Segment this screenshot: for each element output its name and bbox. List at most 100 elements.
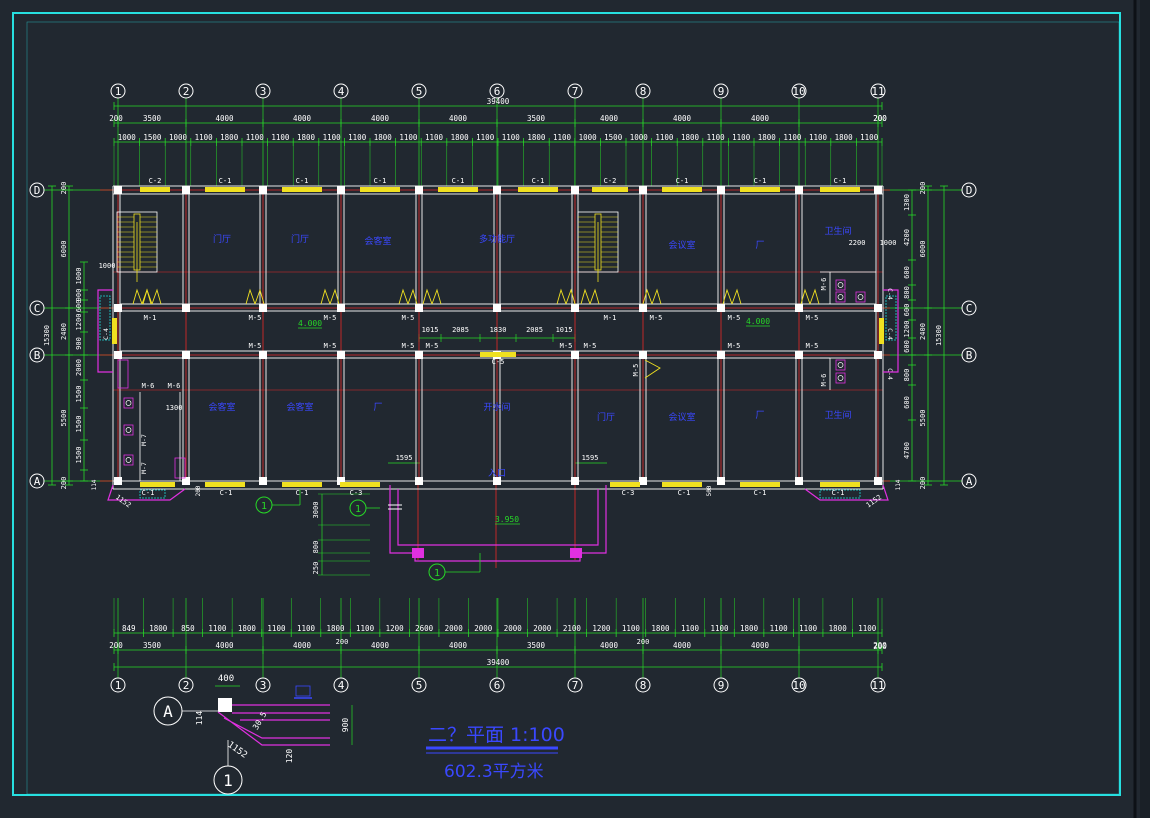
door-tag-vertical: M-5 [632,364,640,377]
window-north [518,187,558,192]
dim-top-bays-text: 4000 [751,114,770,123]
dim-bottom-detail-text: 1100 [799,624,818,633]
window-tag-north: C-1 [219,177,232,185]
door-tag-lower: M-5 [806,342,819,350]
dim-bottom-detail-text: 1100 [681,624,700,633]
door-tag-lower: M-5 [728,342,741,350]
floor-area-label: 602.3平方米 [444,762,544,782]
door-tag-upper: M-5 [402,314,415,322]
dim-left-bays-text: 200 [60,477,68,490]
dim-balcony: 200 [195,485,202,496]
column [114,477,122,485]
dim-bottom-mid: 200 [637,638,650,646]
window-south [340,482,380,487]
dim-top-bays-text: 4000 [293,114,312,123]
dim-bottom-bays-text: 4000 [600,641,619,650]
dim-left-bays-text: 200 [60,182,68,195]
window-tag-north: C-1 [676,177,689,185]
dim-bottom-bays-text: 4000 [215,641,234,650]
room-label-upper: 门厅 [291,233,309,245]
axis-letter-C: C [34,302,41,315]
vertical-scrollbar[interactable] [1140,0,1150,818]
room-label-lower: 门厅 [597,411,615,423]
detail-dim: 400 [218,674,234,684]
dim-corridor-text: 2085 [526,326,543,334]
dim-top-total-text: 39400 [487,97,510,106]
window-tag-north: C-2 [604,177,617,185]
dim-right-bays-text: 2400 [919,323,927,340]
drawing-title: 二？平面 1:100 [428,724,565,746]
dim-right-bays-text: 5500 [919,410,927,427]
room-label-upper: 会客室 [364,235,391,247]
door-tag-wc: M-6 [142,382,155,390]
room-label-lower: 会客室 [208,401,235,413]
dim-top-bays-text: 4000 [215,114,234,123]
door-tag-wc: M-6 [820,374,828,387]
window-north [438,187,478,192]
dim-corridor-text: 1015 [556,326,573,334]
dim-top-bays-text: 3500 [527,114,546,123]
column [795,351,803,359]
dim-top-detail-text: 1100 [809,133,828,142]
axis-number-5: 5 [416,85,423,98]
dim-top-detail-text: 1000 [630,133,649,142]
dim-canopy-text: 800 [312,541,320,554]
column [717,186,725,194]
axis-number-8: 8 [640,85,647,98]
detail-dim: 114 [195,711,204,726]
dim-bottom-detail-text: 1100 [711,624,730,633]
axis-number-10: 10 [792,679,805,692]
door-tag-upper: M-5 [249,314,262,322]
room-label-lower: 厂 [755,410,764,421]
dim-top-detail-text: 1800 [297,133,316,142]
dim-right-total-text: 15300 [935,325,943,346]
window-south [740,482,780,487]
dim-top-detail-text: 1100 [860,133,879,142]
window-tag-north: C-1 [374,177,387,185]
axis-number-3: 3 [260,679,267,692]
dim-bottom-detail-text: 2000 [474,624,493,633]
column [337,304,345,312]
column [571,351,579,359]
dim-top-detail-text: 1800 [374,133,393,142]
window-west [112,318,117,344]
axis-number-6: 6 [494,679,501,692]
column [182,304,190,312]
window-south [140,482,175,487]
detail-column [218,698,232,712]
dim-bottom-detail-text: 1800 [149,624,168,633]
window-tag-north: C-1 [532,177,545,185]
section-callout-num: 1 [261,501,267,512]
dim-bottom-detail-text: 2100 [563,624,582,633]
dim-right-detail-text: 800 [903,286,911,299]
window-south [282,482,322,487]
detail-bubble-a-text: A [163,702,173,721]
dim-left-detail-text: 900 [75,337,83,350]
dim-bottom-edge-right: 200 [873,642,887,651]
door-tag-upper: M-1 [144,314,157,322]
dim-canopy-text: 3000 [312,502,320,519]
column [717,351,725,359]
dim-bottom-bays-text: 3500 [527,641,546,650]
section-callout-num: 1 [434,568,440,579]
door-tag-wc: M-6 [168,382,181,390]
window-tag-north: C-1 [452,177,465,185]
dim-right-detail-text: 1200 [903,321,911,338]
column [259,351,267,359]
dim-bottom-detail-text: 1100 [858,624,877,633]
room-label-upper: 多功能厅 [479,233,515,245]
dim-right-detail-text: 600 [903,266,911,279]
dim-bottom-bays-text: 4000 [751,641,770,650]
dim-right-bays-text: 200 [919,477,927,490]
window-south [662,482,702,487]
dim-bottom-detail-text: 1800 [238,624,257,633]
axis-number-11: 11 [871,679,884,692]
window-north [662,187,702,192]
axis-letter-C: C [966,302,973,315]
cad-drawing-canvas[interactable]: 11223344556677889910101111A AB BC CD D394002… [0,0,1150,818]
axis-letter-A: A [966,475,973,488]
window-north [740,187,780,192]
dim-top-detail-text: 1100 [783,133,802,142]
dim-bottom-detail-text: 1800 [327,624,346,633]
door-tag-upper: M-5 [806,314,819,322]
